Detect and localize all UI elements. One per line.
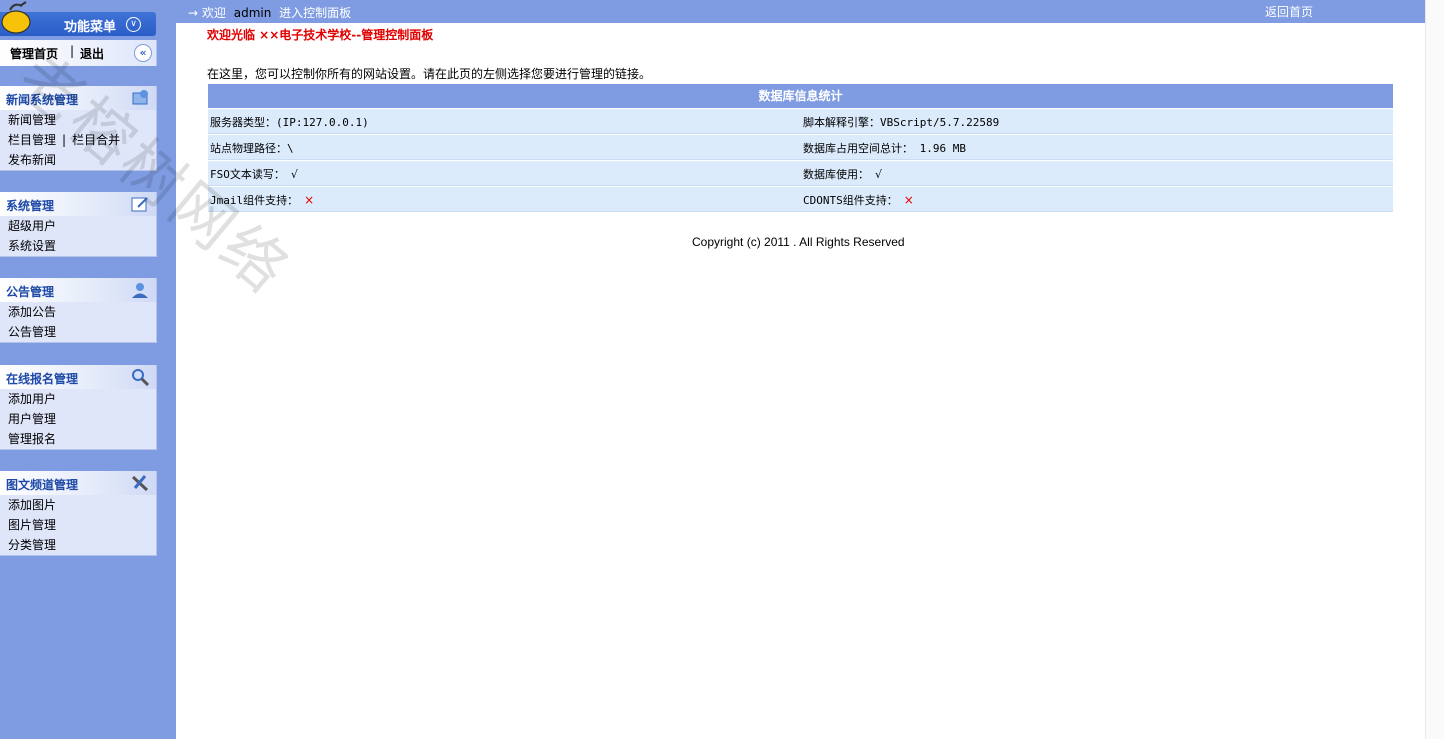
menu-item-add-image[interactable]: 添加图片 (0, 495, 156, 515)
group-registration: 在线报名管理 添加用户 用户管理 管理报名 (0, 365, 157, 450)
menu-item-column-merge[interactable]: 栏目合并 (72, 133, 120, 147)
arrow-icon: → (188, 6, 199, 20)
group-title: 图文频道管理 (6, 478, 79, 492)
menu-item-registration-manage[interactable]: 管理报名 (0, 429, 156, 449)
table-title: 数据库信息统计 (208, 84, 1393, 108)
search-icon (132, 369, 150, 386)
collapse-menu-icon[interactable]: ∨ (126, 17, 141, 32)
script-engine: 脚本解释引擎：VBScript/5.7.22589 (803, 116, 1000, 129)
menu-item-user-manage[interactable]: 用户管理 (0, 409, 156, 429)
menu-item-add-user[interactable]: 添加用户 (0, 389, 156, 409)
group-header[interactable]: 图文频道管理 (0, 471, 156, 495)
db-size: 数据库占用空间总计： 1.96 MB (803, 142, 966, 155)
cross-icon: × (903, 193, 914, 207)
separator: | (70, 44, 75, 58)
menu-item-publish-news[interactable]: 发布新闻 (0, 150, 156, 170)
menu-item-image-manage[interactable]: 图片管理 (0, 515, 156, 535)
server-type: 服务器类型：(IP:127.0.0.1) (210, 116, 369, 129)
menu-item-system-settings[interactable]: 系统设置 (0, 236, 156, 256)
site-path: 站点物理路径：\ (210, 142, 294, 155)
menu-item-column-manage[interactable]: 栏目管理 (8, 133, 56, 147)
group-gallery: 图文频道管理 添加图片 图片管理 分类管理 (0, 471, 157, 556)
user-icon (132, 283, 148, 298)
group-header[interactable]: 在线报名管理 (0, 365, 156, 389)
menu-item-row: 栏目管理 | 栏目合并 (8, 133, 121, 147)
table-row: 站点物理路径：\ 数据库占用空间总计： 1.96 MB (208, 135, 1393, 160)
tools-icon (131, 475, 149, 492)
menu-item-news-manage[interactable]: 新闻管理 (0, 110, 156, 130)
home-panel: 管理首页 | 退出 « (0, 40, 157, 66)
table-row: Jmail组件支持： × CDONTS组件支持： × (208, 187, 1393, 212)
group-notice: 公告管理 添加公告 公告管理 (0, 278, 157, 343)
menu-item-super-user[interactable]: 超级用户 (0, 216, 156, 236)
menu-title: 功能菜单 (64, 20, 117, 35)
check-icon: √ (875, 168, 883, 181)
logout-link[interactable]: 退出 (80, 45, 104, 62)
admin-home-link[interactable]: 管理首页 (10, 45, 58, 62)
logo-icon (1, 1, 31, 34)
top-bar: → 欢迎 admin 进入控制面板 返回首页 (176, 0, 1425, 23)
table-row: 服务器类型：(IP:127.0.0.1) 脚本解释引擎：VBScript/5.7… (208, 109, 1393, 134)
back-home-link[interactable]: 返回首页 (1265, 3, 1313, 20)
sidebar: 功能菜单 ∨ 管理首页 | 退出 « 新闻系统管理 新闻管理 栏目管理 | 栏目合并… (0, 0, 176, 739)
group-title: 在线报名管理 (6, 372, 79, 386)
copyright: Copyright (c) 2011 . All Rights Reserved (692, 235, 905, 249)
group-title: 系统管理 (6, 199, 55, 213)
group-title: 新闻系统管理 (6, 93, 79, 107)
collapse-sidebar-icon[interactable]: « (134, 44, 152, 62)
menu-item-category-manage[interactable]: 分类管理 (0, 535, 156, 555)
welcome-label: 欢迎 (201, 6, 226, 20)
jmail-support: Jmail组件支持： × (210, 193, 315, 207)
check-icon: √ (290, 168, 298, 181)
cross-icon: × (304, 193, 315, 207)
group-header[interactable]: 公告管理 (0, 278, 156, 302)
news-icon (132, 90, 148, 105)
fso-support: FSO文本读写： √ (210, 168, 298, 181)
scrollbar-edge (1425, 0, 1444, 739)
group-title: 公告管理 (6, 285, 55, 299)
group-news: 新闻系统管理 新闻管理 栏目管理 | 栏目合并 发布新闻 (0, 86, 157, 171)
db-usage: 数据库使用： √ (803, 168, 883, 181)
intro-text: 在这里，您可以控制你所有的网站设置。请在此页的左侧选择您要进行管理的链接。 (207, 67, 652, 81)
menu-item-add-notice[interactable]: 添加公告 (0, 302, 156, 322)
menu-item-notice-manage[interactable]: 公告管理 (0, 322, 156, 342)
group-header[interactable]: 系统管理 (0, 192, 156, 216)
username: admin (233, 6, 272, 20)
enter-panel-label: 进入控制面板 (279, 6, 352, 20)
db-info-table: 数据库信息统计 服务器类型：(IP:127.0.0.1) 脚本解释引擎：VBSc… (208, 84, 1393, 212)
group-header[interactable]: 新闻系统管理 (0, 86, 156, 110)
table-row: FSO文本读写： √ 数据库使用： √ (208, 161, 1393, 186)
welcome-text: → 欢迎 admin 进入控制面板 (188, 4, 351, 21)
page-title: 欢迎光临 ××电子技术学校--管理控制面板 (207, 28, 434, 42)
cdonts-support: CDONTS组件支持： × (803, 193, 914, 207)
edit-icon (131, 197, 148, 212)
group-system: 系统管理 超级用户 系统设置 (0, 192, 157, 257)
